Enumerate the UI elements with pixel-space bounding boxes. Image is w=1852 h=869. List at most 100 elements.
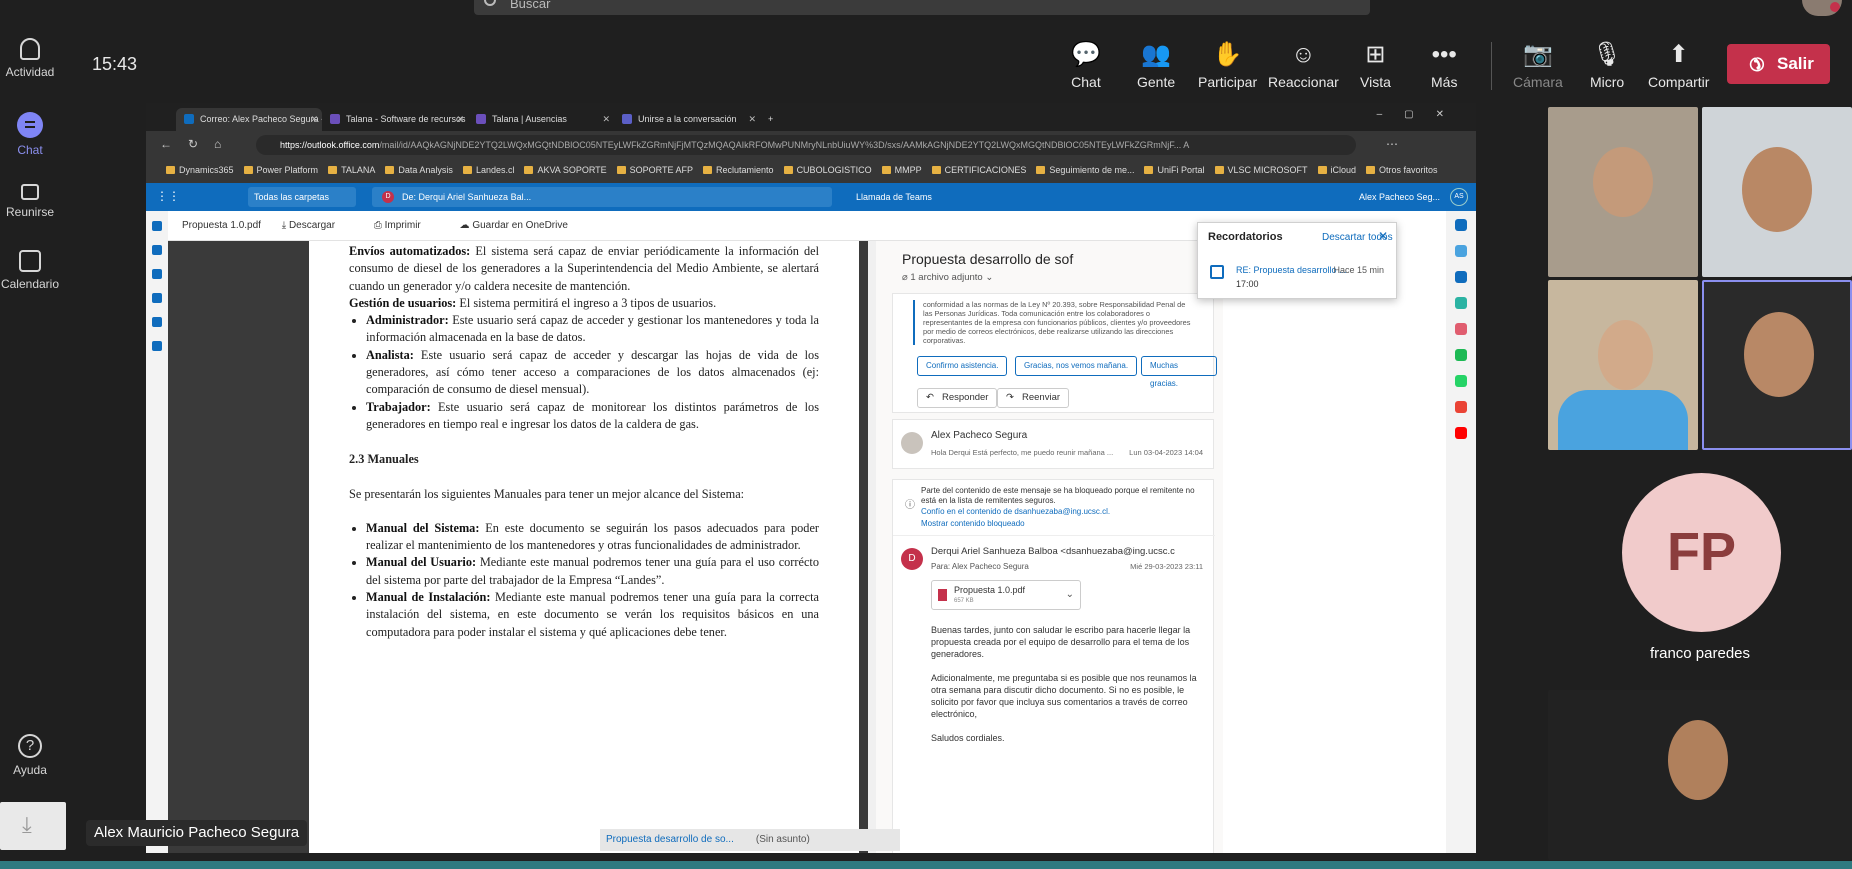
bookmark[interactable]: Otros favoritos [1366,165,1438,175]
print-button[interactable]: ⎙ Imprimir [374,220,439,231]
participant-video-speaking[interactable] [1702,280,1852,450]
bookmark[interactable]: Power Platform [244,165,319,175]
raise-hand-button[interactable]: ✋ Participar [1198,40,1257,90]
bookmark[interactable]: Landes.cl [463,165,515,175]
window-controls[interactable]: –▢✕ [1377,109,1466,120]
tab-ausencias[interactable]: Talana | Ausencias ✕ [468,108,614,131]
bookmark[interactable]: Dynamics365 [166,165,234,175]
rail-help[interactable]: ? Ayuda [0,734,60,777]
tab-outlook[interactable]: Correo: Alex Pacheco Segura - O ✕ [176,108,322,131]
bookmark[interactable]: MMPP [882,165,922,175]
people-button[interactable]: 👥 Gente [1137,40,1175,90]
search-breadcrumb[interactable]: D De: Derqui Ariel Sanhueza Bal... [372,187,832,207]
profile-avatar[interactable] [1802,0,1842,16]
calendar-icon[interactable] [152,245,162,255]
gmail-icon[interactable] [1455,401,1467,413]
reminder-item[interactable]: RE: Propuesta desarrollo ... [1236,265,1347,275]
expanded-message: ⓘ Parte del contenido de este mensaje se… [892,479,1215,853]
music-icon[interactable] [1455,323,1467,335]
react-button[interactable]: ☺ Reaccionar [1268,40,1339,90]
download-button[interactable]: ⤓ [0,802,66,850]
outlook-icon[interactable] [1455,271,1467,283]
leave-button[interactable]: ✆ Salir [1727,44,1830,84]
close-icon[interactable]: ✕ [456,108,464,130]
camera-button[interactable]: 📷 Cámara [1513,40,1563,90]
copilot-icon[interactable] [1455,219,1467,231]
bookmark[interactable]: VLSC MICROSOFT [1215,165,1308,175]
teams-search-input[interactable]: Buscar [474,0,1370,15]
participant-video[interactable] [1702,107,1852,277]
onedrive-icon[interactable] [152,341,162,351]
tab-teams-conversation[interactable]: Unirse a la conversación ✕ [614,108,760,131]
new-tab-button[interactable]: + [764,108,784,131]
save-onedrive-button[interactable]: ☁ Guardar en OneDrive [460,220,586,231]
close-icon[interactable]: ✕ [1378,229,1388,243]
bookmark[interactable]: SOPORTE AFP [617,165,693,175]
draft-tab[interactable]: Propuesta desarrollo de so... [606,834,734,845]
bookmark[interactable]: CERTIFICACIONES [932,165,1027,175]
quick-replies: Confirmo asistencia. Gracias, nos vemos … [917,356,1217,388]
attachments-toggle[interactable]: ⌀ 1 archivo adjunto ⌄ [902,272,993,283]
user-types-list: Administrador: Este usuario será capaz d… [349,312,819,433]
refresh-icon[interactable]: ↻ [188,137,198,151]
more-button[interactable]: ••• Más [1431,40,1457,90]
bookmark[interactable]: Reclutamiento [703,165,774,175]
participant-video[interactable] [1548,107,1698,277]
todo-icon[interactable] [152,293,162,303]
back-icon[interactable]: ← [160,137,172,151]
app-launcher-icon[interactable]: ⋮⋮ [156,189,180,203]
participant-avatar[interactable]: FP [1622,473,1781,632]
rail-calendar[interactable]: Calendario [0,250,60,291]
teams-call-button[interactable]: Llamada de Teams [856,183,932,211]
bookmark[interactable]: UniFi Portal [1144,165,1204,175]
chat-button[interactable]: 💬 Chat [1071,40,1101,90]
attachment-card[interactable]: Propuesta 1.0.pdf 657 KB ⌄ [931,580,1081,610]
bookmark[interactable]: CUBOLOGISTICO [784,165,872,175]
whatsapp-icon[interactable] [1455,375,1467,387]
quick-reply-button[interactable]: Confirmo asistencia. [917,356,1008,376]
bookmark[interactable]: Data Analysis [385,165,453,175]
quick-reply-button[interactable]: Muchas gracias. [1141,356,1217,388]
quick-reply-button[interactable]: Gracias, nos vemos mañana. [1015,356,1138,376]
view-button[interactable]: ⊞ Vista [1360,40,1391,90]
participant-video[interactable] [1548,690,1852,860]
collapsed-message[interactable]: Alex Pacheco Segura Hola Derqui Está per… [892,419,1214,469]
close-icon[interactable]: ✕ [748,108,756,130]
tools-icon[interactable] [1455,297,1467,309]
close-icon[interactable]: ✕ [310,108,318,130]
tab-talana[interactable]: Talana - Software de recursos hu ✕ [322,108,468,131]
mic-button[interactable]: 🎙 Micro [1590,40,1624,90]
chevron-down-icon[interactable]: ⌄ [1066,589,1074,600]
participant-video[interactable] [1548,280,1698,450]
bookmark[interactable]: AKVA SOPORTE [524,165,606,175]
extensions-icon[interactable]: ⋯ [1386,137,1398,151]
shopping-icon[interactable] [1455,245,1467,257]
account-name[interactable]: Alex Pacheco Seg... [1359,183,1440,211]
reply-button[interactable]: ↶ Responder [917,388,998,408]
draft-tab[interactable]: (Sin asunto) [756,834,810,845]
forward-button[interactable]: ↷ Reenviar [997,388,1070,408]
url-field[interactable]: https://outlook.office.com/mail/id/AAQkA… [256,135,1356,155]
home-icon[interactable]: ⌂ [214,137,221,151]
rail-activity[interactable]: Actividad [0,38,60,79]
bookmark[interactable]: iCloud [1318,165,1357,175]
people-icon[interactable] [152,269,162,279]
youtube-icon[interactable] [1455,427,1467,439]
close-icon[interactable]: ✕ [602,108,610,130]
folder-select[interactable]: Todas las carpetas [248,187,356,207]
spotify-icon[interactable] [1455,349,1467,361]
pdf-filename: Propuesta 1.0.pdf [182,220,261,231]
participant-face [1744,312,1814,397]
bookmark[interactable]: Seguimiento de me... [1036,165,1134,175]
download-pdf-button[interactable]: ⤓ Descargar [282,220,353,231]
share-button[interactable]: ⬆ Compartir [1648,40,1709,90]
bookmark[interactable]: TALANA [328,165,375,175]
pdf-scrollbar[interactable] [868,241,876,853]
rail-chat[interactable]: Chat [0,112,60,157]
trust-sender-link[interactable]: Confío en el contenido de dsanhuezaba@in… [921,507,1110,516]
mail-icon[interactable] [152,221,162,231]
rail-meet[interactable]: Reunirse [0,180,60,219]
teams-icon[interactable] [152,317,162,327]
show-blocked-link[interactable]: Mostrar contenido bloqueado [921,519,1025,528]
account-avatar[interactable]: AS [1450,188,1468,206]
